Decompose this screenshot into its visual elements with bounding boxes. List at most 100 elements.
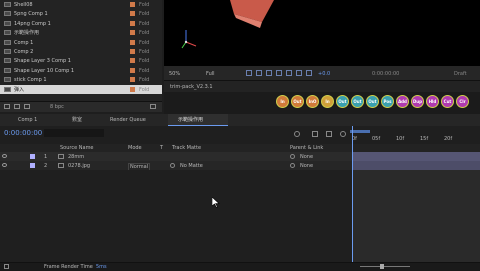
layer-name[interactable]: 28mm bbox=[68, 154, 84, 160]
shy-icon[interactable] bbox=[312, 131, 318, 137]
label-color-swatch[interactable] bbox=[130, 2, 135, 7]
toggle-switches-icon[interactable] bbox=[4, 264, 9, 269]
project-item[interactable]: 14png Comp 1 Fold bbox=[0, 19, 162, 28]
move-in-button[interactable]: In bbox=[321, 95, 334, 108]
frame-blending-icon[interactable] bbox=[326, 131, 332, 137]
move-out-button[interactable]: Out bbox=[336, 95, 349, 108]
layer-label-swatch[interactable] bbox=[30, 154, 35, 159]
hold-button[interactable]: Hld bbox=[426, 95, 439, 108]
label-color-swatch[interactable] bbox=[130, 58, 135, 64]
column-t[interactable]: T bbox=[160, 145, 163, 151]
project-item[interactable]: 5png Comp 1 Fold bbox=[0, 9, 162, 18]
interpret-footage-icon[interactable] bbox=[4, 104, 10, 109]
zoom-slider-handle[interactable] bbox=[380, 264, 384, 269]
layer-row[interactable]: 1 28mm None bbox=[0, 152, 352, 161]
project-item-type: Fold bbox=[139, 58, 150, 65]
work-area-bar[interactable] bbox=[350, 130, 370, 133]
resolution-dropdown[interactable]: Full bbox=[206, 71, 215, 77]
clear-button[interactable]: Clr bbox=[456, 95, 469, 108]
composition-icon bbox=[4, 39, 11, 45]
tab-comp-1[interactable]: Comp 1 bbox=[18, 117, 37, 123]
draft-3d-icon[interactable] bbox=[294, 131, 300, 137]
zoom-slider[interactable] bbox=[360, 266, 410, 267]
pick-whip-icon[interactable] bbox=[290, 154, 295, 159]
ruler-tick-label: 20f bbox=[444, 136, 453, 142]
column-parent-link[interactable]: Parent & Link bbox=[290, 145, 323, 151]
mask-visibility-icon[interactable] bbox=[266, 70, 272, 76]
grid-guides-icon[interactable] bbox=[286, 70, 292, 76]
label-color-swatch[interactable] bbox=[130, 20, 135, 26]
new-folder-icon[interactable] bbox=[14, 104, 20, 109]
layer-list-empty-area[interactable] bbox=[0, 170, 352, 262]
column-mode[interactable]: Mode bbox=[128, 145, 142, 151]
track-matte-dropdown[interactable]: No Matte bbox=[180, 163, 203, 169]
project-item[interactable]: stick Comp 1 Fold bbox=[0, 75, 162, 84]
magnification-dropdown[interactable]: 50% bbox=[169, 71, 180, 77]
cut-button[interactable]: Cut bbox=[441, 95, 454, 108]
search-input[interactable] bbox=[44, 129, 104, 137]
project-item[interactable]: 示範操作用 Fold bbox=[0, 28, 162, 37]
tab-composition-2[interactable]: 數室 bbox=[72, 117, 82, 123]
parent-dropdown[interactable]: None bbox=[300, 163, 313, 169]
project-item-type: Fold bbox=[139, 67, 150, 74]
project-item-name: Shape Layer 10 Comp 1 bbox=[14, 67, 75, 74]
label-color-swatch[interactable] bbox=[130, 86, 135, 92]
visibility-eye-icon[interactable] bbox=[2, 163, 7, 167]
visibility-eye-icon[interactable] bbox=[2, 154, 7, 158]
project-item[interactable]: Comp 1 Fold bbox=[0, 38, 162, 47]
trim-in-button[interactable]: In bbox=[276, 95, 289, 108]
project-item-name: Shell08 bbox=[14, 2, 33, 8]
pick-whip-icon[interactable] bbox=[290, 163, 295, 168]
label-color-swatch[interactable] bbox=[130, 77, 135, 83]
fast-preview-icon[interactable] bbox=[246, 70, 252, 76]
viewer-controls-bar: 50% Full +0.0 0:00:00:00 Draft bbox=[164, 66, 480, 80]
column-source-name[interactable]: Source Name bbox=[60, 145, 94, 151]
new-composition-icon[interactable] bbox=[24, 104, 30, 109]
matte-pick-whip-icon[interactable] bbox=[170, 163, 175, 168]
parent-dropdown[interactable]: None bbox=[300, 154, 313, 160]
transparency-grid-icon[interactable] bbox=[256, 70, 262, 76]
project-item[interactable]: Shape Layer 10 Comp 1 Fold bbox=[0, 66, 162, 75]
tab-render-queue[interactable]: Render Queue bbox=[110, 117, 146, 123]
layer-duration-bar[interactable] bbox=[352, 161, 480, 170]
composition-icon bbox=[4, 49, 11, 54]
tab-trim-pack[interactable]: trim-pack_V2.3.1 bbox=[170, 84, 213, 90]
timeline-track-area[interactable] bbox=[352, 126, 480, 262]
project-item[interactable]: Shell08 Fold bbox=[0, 0, 162, 9]
layer-label-swatch[interactable] bbox=[30, 163, 35, 168]
layer-duration-bar[interactable] bbox=[352, 152, 480, 161]
trim-out-button[interactable]: Out bbox=[291, 95, 304, 108]
label-color-swatch[interactable] bbox=[130, 49, 135, 54]
channel-icon[interactable] bbox=[296, 70, 302, 76]
anchor-point-icon bbox=[184, 40, 188, 44]
timeline-header: 0:00:00:00 0f 05f 10f 15f 20f bbox=[0, 126, 480, 144]
column-track-matte[interactable]: Track Matte bbox=[172, 145, 201, 151]
add-button[interactable]: Add bbox=[396, 95, 409, 108]
composition-viewer[interactable] bbox=[164, 0, 480, 66]
project-item-selected[interactable]: 弹入 Fold bbox=[0, 84, 162, 94]
pos-button[interactable]: Pos bbox=[381, 95, 394, 108]
project-item[interactable]: Shape Layer 3 Comp 1 Fold bbox=[0, 56, 162, 65]
layer-row[interactable]: 2 0278.jpg Normal No Matte None bbox=[0, 161, 352, 171]
region-of-interest-icon[interactable] bbox=[276, 70, 282, 76]
project-item-type: Fold bbox=[139, 30, 150, 37]
key-out-button[interactable]: Out bbox=[366, 95, 379, 108]
snapshot-icon[interactable] bbox=[306, 70, 312, 76]
seq-out-button[interactable]: Out bbox=[351, 95, 364, 108]
layer-name[interactable]: 0278.jpg bbox=[68, 163, 90, 169]
label-color-swatch[interactable] bbox=[130, 30, 135, 36]
exposure-value[interactable]: +0.0 bbox=[318, 71, 330, 77]
current-time-display[interactable]: 0:00:00:00 bbox=[4, 129, 42, 137]
trash-icon[interactable] bbox=[150, 104, 156, 109]
label-color-swatch[interactable] bbox=[130, 11, 135, 17]
bit-depth-label[interactable]: 8 bpc bbox=[50, 104, 64, 110]
draft-3d-toggle[interactable]: Draft bbox=[454, 71, 467, 77]
dup-button[interactable]: Dup bbox=[411, 95, 424, 108]
trim-in-out-button[interactable]: InO bbox=[306, 95, 319, 108]
label-color-swatch[interactable] bbox=[130, 39, 135, 45]
motion-blur-icon[interactable] bbox=[340, 131, 346, 137]
playhead[interactable] bbox=[352, 126, 353, 262]
project-item[interactable]: Comp 2 Fold bbox=[0, 47, 162, 56]
label-color-swatch[interactable] bbox=[130, 67, 135, 73]
viewer-timecode[interactable]: 0:00:00:00 bbox=[372, 71, 399, 77]
